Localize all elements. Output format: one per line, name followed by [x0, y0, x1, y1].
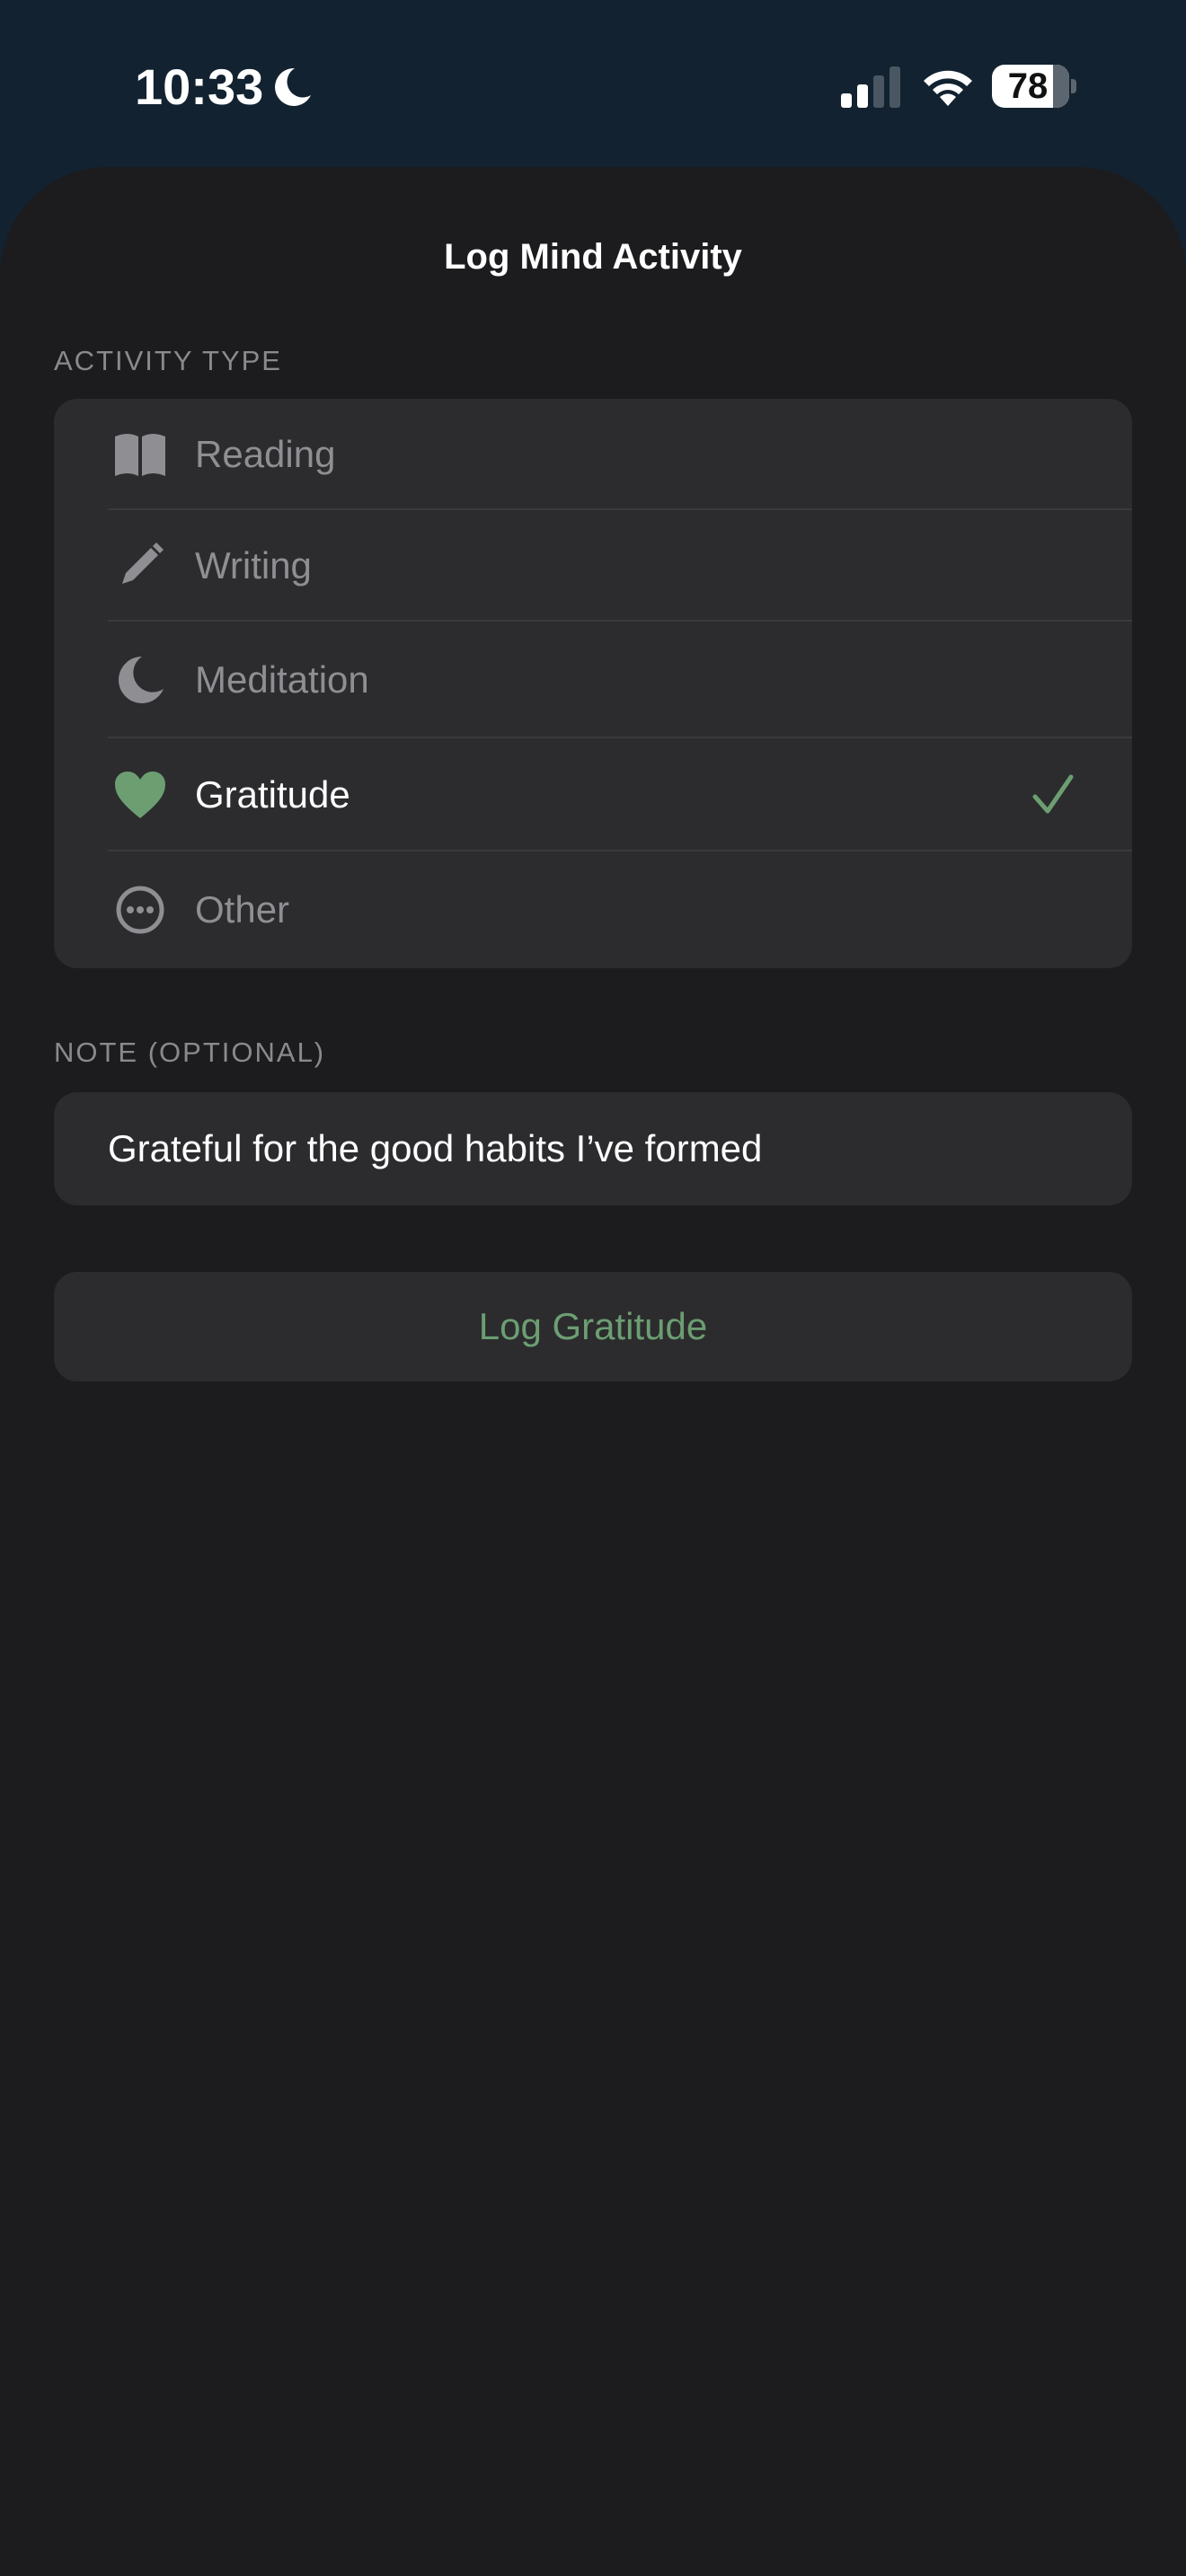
heart-icon [115, 772, 165, 818]
battery-icon: 78 [992, 65, 1076, 108]
book-icon [115, 434, 165, 476]
activity-option-writing[interactable]: Writing [54, 510, 1132, 622]
sheet-title: Log Mind Activity [444, 237, 742, 277]
activity-label: Reading [195, 433, 336, 475]
activity-type-list: Reading Writing Meditation Gratitude Oth… [54, 399, 1132, 968]
battery-body: 78 [992, 65, 1069, 108]
activity-label: Meditation [195, 658, 369, 701]
screen: 10:33 78 Log Mind Activity ACTIVITY TYPE [0, 0, 1186, 2576]
activity-option-other[interactable]: Other [54, 851, 1132, 968]
cellular-signal-icon [841, 66, 900, 108]
pencil-icon [122, 543, 164, 584]
activity-label: Other [195, 888, 290, 931]
activity-option-reading[interactable]: Reading [54, 399, 1132, 510]
modal-sheet: Log Mind Activity ACTIVITY TYPE Reading … [0, 167, 1186, 2576]
status-bar: 10:33 78 [0, 0, 1186, 171]
checkmark-icon [1032, 774, 1074, 814]
activity-option-gratitude[interactable]: Gratitude [54, 738, 1132, 851]
log-gratitude-button[interactable]: Log Gratitude [54, 1272, 1132, 1381]
battery-level: 78 [1007, 66, 1049, 106]
moon-icon [275, 67, 311, 106]
ellipsis-circle-icon [116, 886, 164, 934]
note-input[interactable] [54, 1092, 1132, 1205]
activity-label: Gratitude [195, 773, 350, 816]
activity-type-header: ACTIVITY TYPE [54, 345, 282, 376]
note-header: NOTE (OPTIONAL) [54, 1037, 326, 1068]
activity-option-meditation[interactable]: Meditation [54, 622, 1132, 738]
wifi-icon [924, 70, 972, 106]
status-time: 10:33 [135, 58, 264, 115]
battery-tip [1071, 79, 1076, 93]
moon-icon [119, 657, 164, 703]
activity-label: Writing [195, 544, 312, 587]
